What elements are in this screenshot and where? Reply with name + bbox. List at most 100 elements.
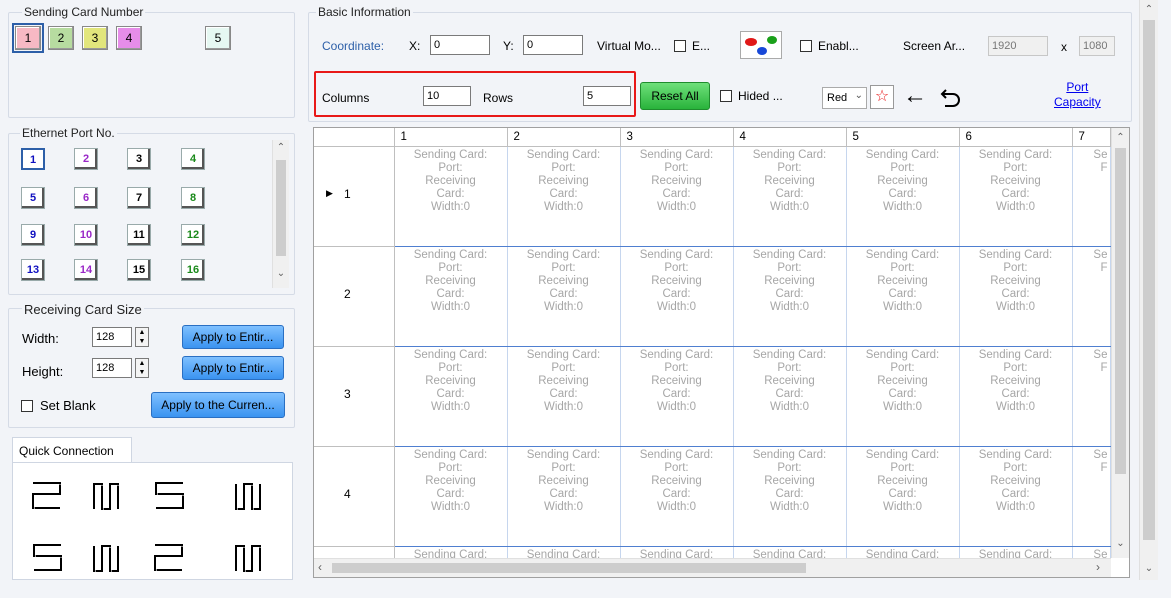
tab-quick-connection[interactable]: Quick Connection — [12, 437, 132, 463]
ethernet-port-scrollbar[interactable]: ⌃ ⌄ — [272, 140, 289, 288]
ethernet-port-button-5[interactable]: 5 — [21, 187, 45, 209]
ethernet-port-button-6[interactable]: 6 — [74, 187, 98, 209]
rows-input[interactable]: 5 — [583, 86, 631, 106]
grid-cell[interactable]: Se F — [1072, 446, 1111, 547]
ethernet-port-button-12[interactable]: 12 — [181, 224, 205, 246]
grid-cell[interactable]: Sending Card: Port: Receiving Card: Width:0 — [620, 446, 734, 547]
table-row[interactable]: 4 Sending Card: Port: Receiving Card: Width:0… — [314, 446, 1111, 547]
sending-card-button-4[interactable]: 4 — [116, 26, 142, 50]
hided-checkbox[interactable] — [720, 90, 732, 102]
ethernet-port-button-13[interactable]: 13 — [21, 259, 45, 281]
grid-cell[interactable]: Se F — [1072, 246, 1111, 347]
ethernet-port-button-3[interactable]: 3 — [127, 148, 151, 170]
grid-cell[interactable]: Sending Card: Port: Receiving Card: Width:0 — [733, 246, 847, 347]
grid-cell[interactable]: Sending Card: Port: Receiving Card: Width:0 — [733, 346, 847, 447]
ethernet-port-button-14[interactable]: 14 — [74, 259, 98, 281]
ethernet-port-button-1[interactable]: 1 — [21, 148, 45, 170]
screen-width-input[interactable]: 1920 — [988, 36, 1048, 56]
grid-hscroll-thumb[interactable] — [332, 563, 806, 573]
grid-cell[interactable]: Sending Card: Port: Receiving Card: Width:0 — [620, 146, 734, 247]
grid-cell[interactable]: Sending Card: Port: Receiving Card: Width:0 — [959, 446, 1073, 547]
port-capacity-link[interactable]: Port Capacity — [1054, 80, 1101, 110]
reset-all-button[interactable]: Reset All — [640, 82, 710, 110]
grid-cell[interactable]: Sending Card: Port: Receiving Card: Width:0 — [620, 346, 734, 447]
columns-input[interactable]: 10 — [423, 86, 471, 106]
snake-left-icon[interactable] — [30, 542, 64, 574]
sending-card-button-3[interactable]: 3 — [82, 26, 108, 50]
column-header-1[interactable]: 1 — [394, 128, 508, 147]
screen-height-input[interactable]: 1080 — [1079, 36, 1115, 56]
ethernet-port-button-9[interactable]: 9 — [21, 224, 45, 246]
table-row[interactable]: ▶ 1 Sending Card: Port: Receiving Card: Width:… — [314, 146, 1111, 247]
grid-cell[interactable]: Sending Card: Port: Receiving Card: Width:0 — [959, 146, 1073, 247]
grid-cell[interactable]: Se F — [1072, 146, 1111, 247]
sending-card-button-2[interactable]: 2 — [48, 26, 74, 50]
x-coordinate-input[interactable]: 0 — [430, 35, 490, 55]
grid-cell[interactable]: Se F — [1072, 346, 1111, 447]
window-scroll-down-icon[interactable]: ⌄ — [1140, 563, 1158, 574]
grid-cell[interactable]: Sending Card: Port: Receiving Card: Width:0 — [846, 246, 960, 347]
height-input[interactable]: 128 — [92, 358, 132, 378]
row-header-1[interactable]: ▶ 1 — [314, 146, 395, 247]
grid-cell[interactable]: Sending Card: Port: Receiving Card: Width:0 — [394, 446, 508, 547]
ethernet-port-button-10[interactable]: 10 — [74, 224, 98, 246]
set-blank-checkbox[interactable] — [21, 400, 33, 412]
row-header-4[interactable]: 4 — [314, 446, 395, 547]
apply-height-to-entire-button[interactable]: Apply to Entir... — [182, 356, 284, 380]
column-header-3[interactable]: 3 — [620, 128, 734, 147]
column-header-5[interactable]: 5 — [846, 128, 960, 147]
height-spinner[interactable]: ▲ ▼ — [135, 358, 149, 378]
virtual-mode-checkbox[interactable] — [674, 40, 686, 52]
table-row[interactable]: 2 Sending Card: Port: Receiving Card: Width:0… — [314, 246, 1111, 347]
ethernet-port-button-2[interactable]: 2 — [74, 148, 98, 170]
sending-card-button-1[interactable]: 1 — [12, 23, 44, 53]
column-header-2[interactable]: 2 — [507, 128, 621, 147]
sending-card-button-5[interactable]: 5 — [205, 26, 231, 50]
zigzag-up-icon[interactable] — [233, 542, 267, 574]
scroll-thumb[interactable] — [276, 160, 286, 256]
grid-cell[interactable]: Sending Card: Port: Receiving Card: Width:0 — [394, 146, 508, 247]
grid-cell[interactable]: Sending Card: Port: Receiving Card: Width:0 — [959, 246, 1073, 347]
y-coordinate-input[interactable]: 0 — [523, 35, 583, 55]
width-spinner[interactable]: ▲ ▼ — [135, 327, 149, 347]
grid-vertical-scrollbar[interactable]: ⌃ ⌄ — [1111, 128, 1129, 558]
grid-scroll-left-icon[interactable]: ‹ — [318, 560, 322, 574]
grid-cell[interactable]: Sending Card: Port: Receiving Card: Width:0 — [846, 346, 960, 447]
window-scroll-up-icon[interactable]: ⌃ — [1140, 4, 1158, 15]
row-header-2[interactable]: 2 — [314, 246, 395, 347]
zigzag-down-icon[interactable] — [233, 480, 267, 512]
ethernet-port-button-8[interactable]: 8 — [181, 187, 205, 209]
undo-icon[interactable] — [938, 84, 966, 110]
ethernet-port-button-7[interactable]: 7 — [127, 187, 151, 209]
apply-width-to-entire-button[interactable]: Apply to Entir... — [182, 325, 284, 349]
card-grid[interactable]: 1 2 3 4 5 6 7 ▶ 1 Sending Card: Port: Receiving Card… — [313, 127, 1130, 578]
grid-cell[interactable]: Sending Card: Port: Receiving Card: Width:0 — [959, 346, 1073, 447]
ethernet-port-button-4[interactable]: 4 — [181, 148, 205, 170]
zigzag-down-icon[interactable] — [91, 542, 125, 574]
ethernet-port-button-15[interactable]: 15 — [127, 259, 151, 281]
color-dots-icon[interactable] — [740, 31, 782, 59]
grid-cell[interactable]: Sending Card: Port: Receiving Card: Width:0 — [733, 446, 847, 547]
grid-cell[interactable]: Sending Card: Port: Receiving Card: Width:0 — [620, 246, 734, 347]
scroll-up-arrow-icon[interactable]: ⌃ — [273, 142, 289, 153]
grid-cell[interactable]: Sending Card: Port: Receiving Card: Width:0 — [846, 446, 960, 547]
grid-scroll-right-icon[interactable]: › — [1096, 560, 1100, 574]
grid-cell[interactable]: Sending Card: Port: Receiving Card: Width:0 — [394, 246, 508, 347]
column-header-7[interactable]: 7 — [1072, 128, 1111, 147]
width-input[interactable]: 128 — [92, 327, 132, 347]
grid-scroll-down-icon[interactable]: ⌄ — [1112, 538, 1129, 549]
window-scroll-thumb[interactable] — [1143, 20, 1155, 540]
snake-left-icon[interactable] — [152, 480, 186, 512]
grid-cell[interactable]: Sending Card: Port: Receiving Card: Width:0 — [507, 446, 621, 547]
zigzag-up-icon[interactable] — [91, 480, 125, 512]
scroll-down-arrow-icon[interactable]: ⌄ — [273, 268, 289, 279]
arrow-left-icon[interactable]: ← — [903, 84, 931, 110]
grid-cell[interactable]: Sending Card: Port: Receiving Card: Width:0 — [507, 346, 621, 447]
apply-to-current-button[interactable]: Apply to the Curren... — [151, 392, 285, 418]
table-row[interactable]: 3 Sending Card: Port: Receiving Card: Width:0… — [314, 346, 1111, 447]
ethernet-port-button-11[interactable]: 11 — [127, 224, 151, 246]
grid-cell[interactable]: Sending Card: Port: Receiving Card: Width:0 — [507, 246, 621, 347]
snake-right-icon[interactable] — [30, 480, 64, 512]
grid-cell[interactable]: Sending Card: Port: Receiving Card: Width:0 — [733, 146, 847, 247]
grid-vscroll-thumb[interactable] — [1115, 148, 1126, 474]
